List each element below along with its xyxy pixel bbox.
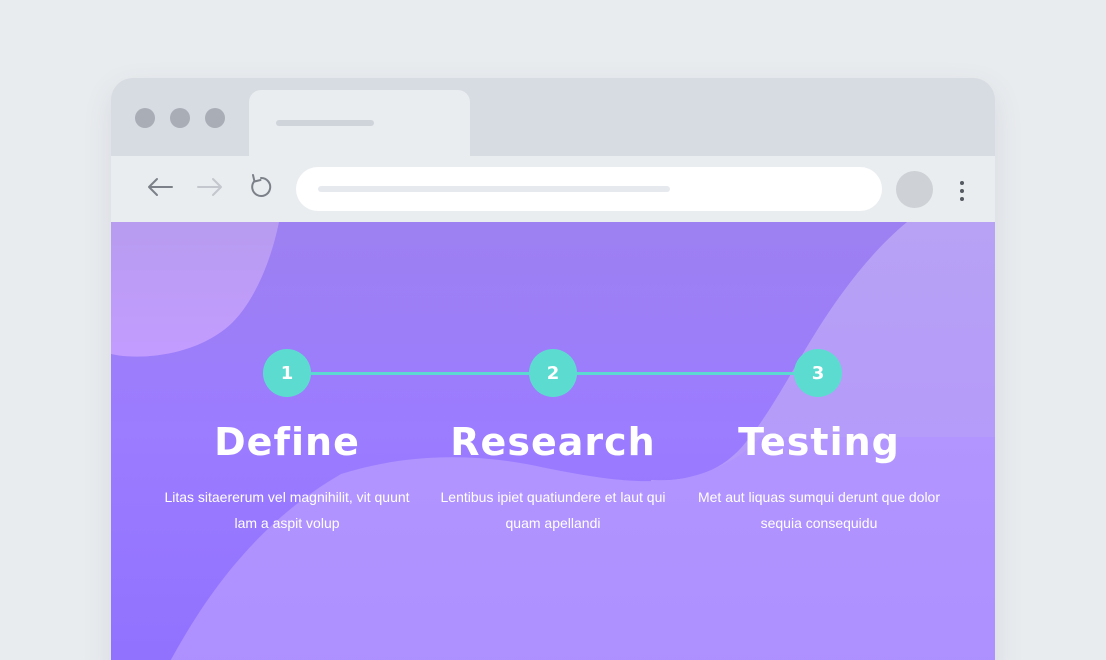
minimize-dot[interactable]	[170, 108, 190, 128]
browser-window: 1 2 3 Define Research Testing Litas sita…	[111, 78, 995, 660]
arrow-left-icon	[148, 178, 173, 196]
stage: 1 2 3 Define Research Testing Litas sita…	[0, 0, 1106, 660]
back-button[interactable]	[143, 170, 177, 204]
process-steps: 1 2 3 Define Research Testing Litas sita…	[111, 222, 995, 660]
browser-tab[interactable]	[249, 90, 470, 156]
page-content: 1 2 3 Define Research Testing Litas sita…	[111, 222, 995, 660]
step-title: Define	[214, 420, 360, 464]
step-number-badge: 1	[263, 349, 311, 397]
profile-avatar[interactable]	[896, 171, 933, 208]
title-bar	[111, 78, 995, 156]
connector-line-2-3	[576, 372, 796, 375]
reload-button[interactable]	[243, 170, 277, 204]
address-bar[interactable]	[296, 167, 882, 211]
maximize-dot[interactable]	[205, 108, 225, 128]
step-description: Litas sitaererum vel magnihilit, vit quu…	[164, 489, 410, 531]
step-description: Lentibus ipiet quatiundere et laut qui q…	[440, 489, 666, 531]
step-number-badge: 2	[529, 349, 577, 397]
step-description: Met aut liquas sumqui derunt que dolor s…	[697, 489, 941, 531]
forward-button[interactable]	[193, 170, 227, 204]
more-vertical-icon[interactable]	[955, 172, 969, 206]
step-number-badge: 3	[794, 349, 842, 397]
url-placeholder	[318, 186, 670, 192]
close-dot[interactable]	[135, 108, 155, 128]
reload-icon	[251, 174, 272, 197]
arrow-right-icon	[197, 178, 222, 196]
step-title: Research	[450, 420, 656, 464]
step-title: Testing	[738, 420, 900, 464]
tab-title-placeholder	[276, 120, 374, 126]
connector-line-1-2	[310, 372, 530, 375]
browser-toolbar	[111, 156, 995, 222]
